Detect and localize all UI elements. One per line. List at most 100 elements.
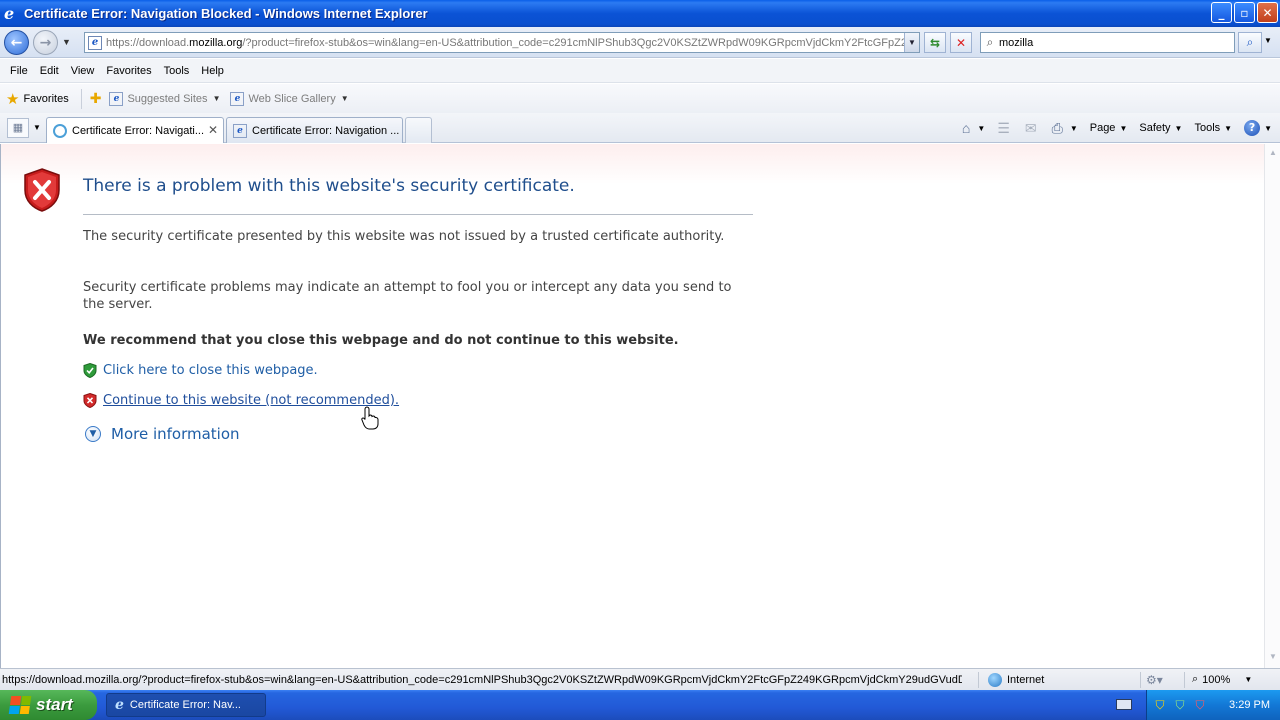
keyboard-icon[interactable]	[1116, 699, 1132, 710]
maximize-button[interactable]: ▫	[1234, 2, 1255, 23]
menu-edit[interactable]: Edit	[34, 65, 65, 77]
close-webpage-option: Click here to close this webpage.	[83, 363, 318, 378]
menu-file[interactable]: File	[4, 65, 34, 77]
tab-list-dropdown-icon[interactable]: ▼	[33, 123, 41, 132]
chevron-down-icon: ▼	[340, 94, 349, 103]
quick-tabs-button[interactable]: ▦	[7, 118, 29, 138]
globe-icon	[988, 672, 1002, 687]
minimize-button[interactable]: _	[1211, 2, 1232, 23]
network-icon[interactable]: ⛉	[1173, 698, 1187, 712]
search-input[interactable]: ⌕ mozilla	[980, 32, 1235, 53]
title-bar[interactable]: e Certificate Error: Navigation Blocked …	[0, 0, 1280, 27]
command-bar: ⌂ ▼ ☰ ✉ ⎙ ▼ Page ▼ Safety ▼ Tools ▼ ? ▼	[950, 118, 1272, 138]
back-button[interactable]: ←	[4, 30, 29, 55]
help-icon: ?	[1244, 120, 1261, 136]
add-to-favorites-bar-icon[interactable]: ✚	[90, 90, 102, 107]
chevron-down-icon: ▼	[1244, 675, 1253, 684]
feeds-button[interactable]: ☰	[997, 120, 1013, 137]
close-webpage-link[interactable]: Click here to close this webpage.	[103, 363, 318, 378]
zoom-icon: ⌕	[1192, 673, 1199, 685]
home-button[interactable]: ⌂ ▼	[962, 120, 985, 136]
print-button[interactable]: ⎙ ▼	[1052, 120, 1078, 137]
window-controls: _ ▫ ✕	[1211, 2, 1278, 23]
ie-icon: e	[4, 3, 15, 23]
address-dropdown-icon[interactable]: ▼	[904, 33, 919, 52]
alert-shield-icon[interactable]: ⛉	[1193, 698, 1207, 712]
page-icon: e	[230, 91, 245, 106]
heading-divider	[83, 214, 753, 215]
green-shield-icon	[83, 363, 97, 378]
vertical-scrollbar[interactable]: ▲ ▼	[1264, 144, 1280, 668]
ie-icon: e	[115, 697, 124, 713]
continue-option: Continue to this website (not recommende…	[83, 393, 399, 408]
scroll-down-icon[interactable]: ▼	[1267, 652, 1279, 664]
taskbar-ie-window[interactable]: e Certificate Error: Nav...	[106, 693, 266, 717]
more-information-toggle[interactable]: ▼ More information	[85, 425, 240, 443]
navigation-bar: ← → ▼ e https://download.mozilla.org/?pr…	[0, 27, 1280, 58]
status-divider	[1140, 672, 1141, 688]
status-bar: https://download.mozilla.org/?product=fi…	[0, 668, 1280, 690]
menu-bar: File Edit View Favorites Tools Help	[0, 59, 1280, 83]
home-icon: ⌂	[961, 120, 971, 136]
status-url: https://download.mozilla.org/?product=fi…	[2, 673, 962, 686]
stop-button[interactable]: ✕	[950, 32, 972, 53]
windows-taskbar: start e Certificate Error: Nav... ⛉ ⛉ ⛉ …	[0, 690, 1280, 720]
tab-bar: ▦ ▼ Certificate Error: Navigati... ✕ e C…	[0, 113, 1280, 143]
printer-icon: ⎙	[1051, 119, 1063, 136]
menu-view[interactable]: View	[65, 65, 101, 77]
continue-to-website-link[interactable]: Continue to this website (not recommende…	[103, 393, 399, 408]
recent-pages-dropdown-icon[interactable]: ▼	[62, 37, 71, 47]
security-zone[interactable]: Internet	[988, 672, 1044, 687]
forward-button[interactable]: →	[33, 30, 58, 55]
new-tab-button[interactable]	[405, 117, 432, 143]
menu-tools[interactable]: Tools	[158, 65, 196, 77]
loading-icon	[53, 123, 67, 138]
page-title: There is a problem with this website's s…	[83, 176, 575, 196]
address-url[interactable]: https://download.mozilla.org/?product=fi…	[106, 37, 904, 49]
page-icon: e	[233, 123, 247, 138]
error-shield-icon	[24, 168, 60, 212]
start-button[interactable]: start	[0, 690, 97, 720]
address-bar[interactable]: e https://download.mozilla.org/?product=…	[84, 32, 920, 53]
star-icon: ★	[6, 90, 20, 108]
hand-cursor-icon	[361, 406, 379, 430]
zoom-level[interactable]: ⌕ 100% ▼	[1192, 673, 1252, 686]
tools-menu[interactable]: Tools ▼	[1194, 122, 1232, 134]
web-slice-gallery-link[interactable]: e Web Slice Gallery ▼	[230, 91, 349, 106]
search-go-button[interactable]: ⌕	[1238, 32, 1262, 53]
recommendation-text: We recommend that you close this webpage…	[83, 333, 679, 348]
refresh-button[interactable]: ⇆	[924, 32, 946, 53]
menu-help[interactable]: Help	[195, 65, 230, 77]
scroll-up-icon[interactable]: ▲	[1267, 148, 1279, 160]
security-shield-icon[interactable]: ⛉	[1153, 698, 1167, 712]
page-menu[interactable]: Page ▼	[1090, 122, 1128, 134]
suggested-sites-link[interactable]: e Suggested Sites ▼	[109, 91, 221, 106]
clock: 3:29 PM	[1229, 699, 1270, 711]
search-value: mozilla	[999, 36, 1034, 49]
rss-icon: ☰	[997, 119, 1010, 136]
favorites-divider	[80, 88, 82, 109]
page-content: There is a problem with this website's s…	[0, 144, 1264, 668]
risk-explanation: Security certificate problems may indica…	[83, 280, 732, 312]
close-tab-icon[interactable]: ✕	[208, 123, 218, 137]
search-icon: ⌕	[986, 35, 994, 49]
tab-certificate-error-1[interactable]: Certificate Error: Navigati... ✕	[46, 117, 224, 143]
mail-icon: ✉	[1024, 119, 1037, 136]
close-window-button[interactable]: ✕	[1257, 2, 1278, 23]
favorites-label: Favorites	[23, 92, 69, 105]
read-mail-button[interactable]: ✉	[1025, 120, 1040, 137]
protected-mode-icon[interactable]: ⚙▾	[1146, 673, 1163, 687]
help-menu[interactable]: ? ▼	[1244, 120, 1272, 136]
page-icon: e	[109, 91, 124, 106]
favorites-bar: ★ Favorites ✚ e Suggested Sites ▼ e Web …	[0, 84, 1280, 113]
search-options-dropdown-icon[interactable]: ▼	[1264, 36, 1272, 45]
favorites-button[interactable]: ★ Favorites	[6, 90, 69, 108]
system-tray: ⛉ ⛉ ⛉ 3:29 PM	[1146, 690, 1280, 720]
menu-favorites[interactable]: Favorites	[100, 65, 157, 77]
tab-certificate-error-2[interactable]: e Certificate Error: Navigation ...	[226, 117, 403, 143]
expand-chevron-icon: ▼	[85, 426, 101, 442]
chevron-down-icon: ▼	[212, 94, 221, 103]
status-divider	[978, 672, 979, 688]
window-title: Certificate Error: Navigation Blocked - …	[24, 6, 428, 21]
safety-menu[interactable]: Safety ▼	[1139, 122, 1182, 134]
